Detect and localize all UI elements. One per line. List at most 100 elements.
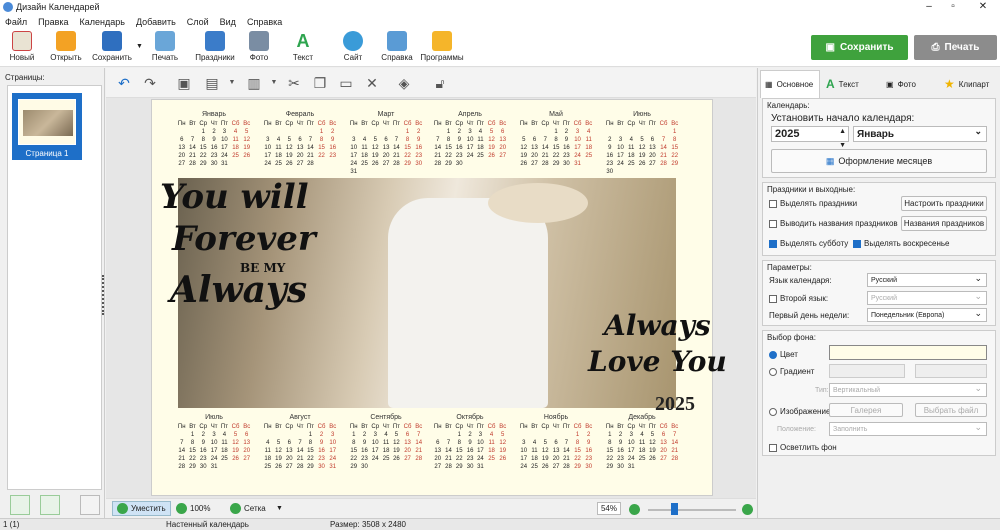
lettering-forever[interactable]: Forever (172, 222, 316, 256)
programs-button[interactable]: Программы (419, 31, 465, 62)
zoom-out-icon[interactable] (629, 504, 640, 515)
redo-icon[interactable]: ↷ (142, 75, 158, 91)
help-button[interactable]: Справка (375, 31, 419, 62)
holiday-names-button[interactable]: Названия праздников (901, 216, 987, 231)
bring-front-icon[interactable]: ▣ (176, 75, 192, 91)
delete-icon[interactable]: ✕ (364, 75, 380, 91)
lettering-always[interactable]: Always (170, 272, 307, 308)
months-design-button[interactable]: ▦ Оформление месяцев (771, 149, 987, 173)
month-block[interactable]: Июль Пн Вт Ср Чт Пт Сб Вс 1 2 3 4 5 6 7 8 9 10 11 12 13 14 15 1… (176, 414, 252, 471)
copy-icon[interactable]: ❐ (312, 75, 328, 91)
cut-icon[interactable]: ✂ (286, 75, 302, 91)
menu-layer[interactable]: Слой (187, 17, 209, 27)
gradient-radio[interactable]: Градиент (769, 367, 814, 376)
second-language-checkbox[interactable]: Второй язык: (769, 294, 828, 303)
layer-dropdown-icon[interactable]: ▼ (224, 75, 240, 91)
fit-button[interactable]: Уместить (112, 501, 171, 516)
tab-text[interactable]: A Текст (822, 70, 880, 98)
setup-holidays-button[interactable]: Настроить праздники (901, 196, 987, 211)
month-block[interactable]: Сентябрь Пн Вт Ср Чт Пт Сб Вс 1 2 3 4 5 6 7 8 9 10 11 12 13 1… (348, 414, 424, 471)
grid-button[interactable]: Сетка (230, 501, 266, 516)
position-select[interactable]: Заполнить (829, 422, 987, 436)
weekstart-select[interactable]: Понедельник (Европа) (867, 308, 987, 322)
new-file-icon (12, 31, 32, 51)
paste-icon[interactable]: ▭ (338, 75, 354, 91)
gradient-color-1[interactable] (829, 364, 905, 378)
gradient-color-2[interactable] (915, 364, 987, 378)
color-radio[interactable]: Цвет (769, 350, 798, 359)
month-block[interactable]: Февраль Пн Вт Ср Чт Пт Сб Вс 1 2 3 4 5 6 7 8 9 10 11 12 13 14… (262, 111, 338, 168)
month-block[interactable]: Октябрь Пн Вт Ср Чт Пт Сб Вс 1 2 3 4 5 6 7 8 9 10 11 12 13 14… (432, 414, 508, 471)
lettering-you-will[interactable]: You will (160, 180, 309, 214)
save-button[interactable]: Сохранить (88, 31, 136, 62)
site-button[interactable]: Сайт (331, 31, 375, 62)
zoom-slider-thumb[interactable] (671, 503, 679, 515)
delete-page-icon[interactable] (80, 495, 100, 515)
menu-help[interactable]: Справка (247, 17, 282, 27)
holidays-button[interactable]: Праздники (193, 31, 237, 62)
month-block[interactable]: Декабрь Пн Вт Ср Чт Пт Сб Вс 1 2 3 4 5 6 7 8 9 10 11 12 13 14… (604, 414, 680, 471)
day-cell: 2 (608, 137, 612, 143)
photo-button[interactable]: Фото (237, 31, 281, 62)
minimize-icon[interactable]: – (922, 1, 936, 12)
highlight-saturday-checkbox[interactable]: Выделять субботу (769, 239, 848, 248)
undo-icon[interactable]: ↶ (116, 75, 132, 91)
tab-photo[interactable]: ▣ Фото (882, 70, 938, 98)
zoom100-button[interactable]: 100% (176, 501, 210, 516)
menu-add[interactable]: Добавить (136, 17, 176, 27)
new-button[interactable]: Новый (0, 31, 44, 62)
maximize-icon[interactable]: ▫ (946, 1, 960, 12)
lighten-background-checkbox[interactable]: Осветлить фон (769, 443, 837, 452)
zoom-slider-track[interactable] (648, 509, 736, 511)
month-block[interactable]: Июнь Пн Вт Ср Чт Пт Сб Вс 1 2 3 4 5 6 7 8 9 10 11 12 13 14 15 1… (604, 111, 680, 176)
print-button[interactable]: Печать (143, 31, 187, 62)
close-icon[interactable]: ✕ (976, 1, 990, 12)
page-thumbnail[interactable]: Страница 1 (12, 93, 82, 160)
year-label[interactable]: 2025 (655, 393, 695, 416)
menu-view[interactable]: Вид (220, 17, 236, 27)
highlight-holidays-checkbox[interactable]: Выделять праздники (769, 199, 857, 208)
properties-icon[interactable]: ◈ (396, 75, 412, 91)
highlight-sunday-checkbox[interactable]: Выделять воскресенье (853, 239, 949, 248)
open-button[interactable]: Открыть (44, 31, 88, 62)
layer-icon[interactable]: ▤ (204, 75, 220, 91)
save-big-button[interactable]: ▣ Сохранить (811, 35, 908, 60)
gallery-button[interactable]: Галерея (829, 403, 903, 417)
month-block[interactable]: Май Пн Вт Ср Чт Пт Сб Вс 1 2 3 4 5 6 7 8 9 10 11 12 13 14 15 16… (518, 111, 594, 168)
add-page-icon[interactable] (10, 495, 30, 515)
tab-main[interactable]: ▦ Основное (760, 70, 820, 98)
language-select[interactable]: Русский (867, 273, 987, 287)
tab-clipart[interactable]: ★ Клипарт (940, 70, 1000, 98)
menu-calendar[interactable]: Календарь (80, 17, 125, 27)
grid-dropdown-icon[interactable]: ▼ (276, 501, 283, 516)
month-block[interactable]: Январь Пн Вт Ср Чт Пт Сб Вс 1 2 3 4 5 6 7 8 9 10 11 12 13 14 1… (176, 111, 252, 168)
gradient-type-select[interactable]: Вертикальный (829, 383, 987, 397)
month-block[interactable]: Апрель Пн Вт Ср Чт Пт Сб Вс 1 2 3 4 5 6 7 8 9 10 11 12 13 14 1… (432, 111, 508, 168)
text-button[interactable]: A Текст (281, 31, 325, 62)
day-cell: 7 (436, 137, 440, 143)
year-stepper[interactable]: 2025 ▲ ▼ (771, 126, 849, 149)
show-holiday-names-checkbox[interactable]: Выводить названия праздников (769, 219, 898, 228)
lock-icon[interactable]: 🔓︎ (432, 75, 448, 91)
align-dropdown-icon[interactable]: ▼ (266, 75, 282, 91)
month-select[interactable]: Январь (853, 126, 987, 142)
lettering-always-right[interactable]: Always (604, 312, 711, 340)
second-language-select[interactable]: Русский (867, 291, 987, 305)
menu-edit[interactable]: Правка (38, 17, 68, 27)
day-cell: 22 (552, 153, 560, 159)
image-radio[interactable]: Изображение (769, 407, 830, 416)
zoom-value[interactable]: 54% (597, 502, 621, 515)
day-cell: 18 (264, 456, 272, 462)
print-big-button[interactable]: ⎙ Печать (914, 35, 997, 60)
duplicate-page-icon[interactable] (40, 495, 60, 515)
month-block[interactable]: Март Пн Вт Ср Чт Пт Сб Вс 1 2 3 4 5 6 7 8 9 10 11 12 13 14 15 1… (348, 111, 424, 176)
align-icon[interactable]: ▥ (246, 75, 262, 91)
zoom-in-icon[interactable] (742, 504, 753, 515)
menu-file[interactable]: Файл (5, 17, 27, 27)
month-block[interactable]: Ноябрь Пн Вт Ср Чт Пт Сб Вс 1 2 3 4 5 6 7 8 9 10 11 12 13 14 1… (518, 414, 594, 471)
lettering-love-you[interactable]: Love You (588, 348, 727, 376)
save-dropdown-icon[interactable]: ▼ (136, 43, 143, 50)
choose-file-button[interactable]: Выбрать файл (915, 403, 987, 417)
color-swatch[interactable] (829, 345, 987, 360)
month-block[interactable]: Август Пн Вт Ср Чт Пт Сб Вс 1 2 3 4 5 6 7 8 9 10 11 12 13 14 1… (262, 414, 338, 471)
